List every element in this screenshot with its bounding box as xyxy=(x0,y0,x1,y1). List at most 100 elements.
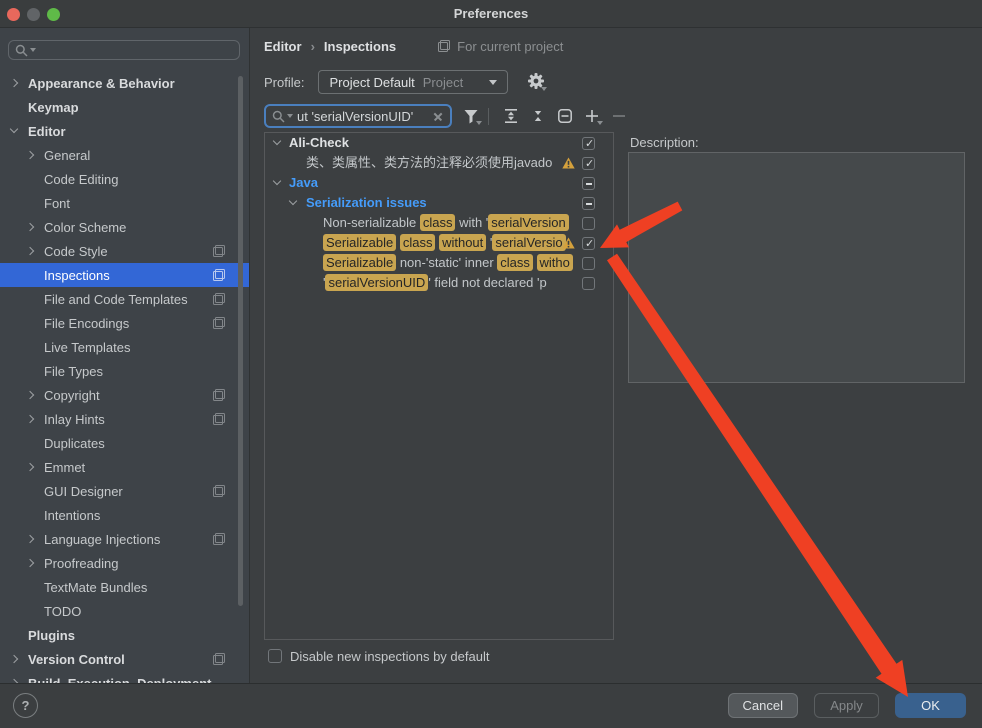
sidebar-item-label: Version Control xyxy=(28,652,125,667)
inspection-row[interactable]: Serializable class without 'serialVersio xyxy=(265,233,613,253)
sidebar-item-live-templates[interactable]: Live Templates xyxy=(0,335,249,359)
sidebar-item-plugins[interactable]: Plugins xyxy=(0,623,249,647)
sidebar-item-label: Intentions xyxy=(44,508,100,523)
sidebar-item-code-editing[interactable]: Code Editing xyxy=(0,167,249,191)
search-icon xyxy=(272,110,285,123)
inspection-checkbox-unchecked[interactable] xyxy=(582,257,595,270)
sidebar-item-gui-designer[interactable]: GUI Designer xyxy=(0,479,249,503)
filter-button[interactable] xyxy=(462,106,480,126)
chevron-right-icon[interactable] xyxy=(24,149,36,161)
profile-gear-button[interactable] xyxy=(525,72,547,92)
breadcrumb-separator: › xyxy=(311,39,315,54)
sidebar-item-code-style[interactable]: Code Style xyxy=(0,239,249,263)
chevron-placeholder xyxy=(24,485,36,497)
sidebar-search-box[interactable] xyxy=(8,40,240,60)
inspection-row[interactable]: Serialization issues xyxy=(265,193,613,213)
filter-caret-icon xyxy=(476,121,482,125)
disable-new-inspections-option[interactable]: Disable new inspections by default xyxy=(268,648,489,664)
sidebar-item-label: Live Templates xyxy=(44,340,130,355)
breadcrumb-editor[interactable]: Editor xyxy=(264,39,302,54)
chevron-down-icon[interactable] xyxy=(287,197,299,209)
inspection-checkbox-mixed[interactable] xyxy=(582,197,595,210)
profile-dropdown[interactable]: Project Default Project xyxy=(318,70,508,94)
search-icon xyxy=(15,44,28,57)
inspection-checkbox-mixed[interactable] xyxy=(582,177,595,190)
search-match-highlight: class xyxy=(497,254,533,271)
chevron-placeholder xyxy=(24,509,36,521)
chevron-down-icon[interactable] xyxy=(271,177,283,189)
disable-new-inspections-checkbox[interactable] xyxy=(268,649,282,663)
sidebar-item-label: TextMate Bundles xyxy=(44,580,147,595)
inspection-row[interactable]: 'serialVersionUID' field not declared 'p xyxy=(265,273,613,293)
add-inspection-button[interactable] xyxy=(583,106,601,126)
sidebar-item-label: Inspections xyxy=(44,268,110,283)
sidebar-item-color-scheme[interactable]: Color Scheme xyxy=(0,215,249,239)
sidebar-item-build-execution-deployment[interactable]: Build, Execution, Deployment xyxy=(0,671,249,683)
apply-button[interactable]: Apply xyxy=(814,693,879,718)
inspection-search-input[interactable] xyxy=(297,109,432,124)
sidebar-item-todo[interactable]: TODO xyxy=(0,599,249,623)
inspection-label: Ali-Check xyxy=(289,133,593,153)
sidebar-item-textmate-bundles[interactable]: TextMate Bundles xyxy=(0,575,249,599)
inspection-checkbox-checked[interactable] xyxy=(582,237,595,250)
collapse-all-icon xyxy=(530,108,546,124)
inspection-row[interactable]: Non-serializable class with 'serialVersi… xyxy=(265,213,613,233)
inspection-row[interactable]: Java xyxy=(265,173,613,193)
inspection-search-field[interactable] xyxy=(264,104,452,128)
clear-search-icon[interactable] xyxy=(432,110,444,122)
chevron-right-icon[interactable] xyxy=(24,461,36,473)
collapse-all-button[interactable] xyxy=(529,106,547,126)
chevron-right-icon[interactable] xyxy=(8,77,20,89)
inspection-row[interactable]: Serializable non-'static' inner class wi… xyxy=(265,253,613,273)
sidebar-item-keymap[interactable]: Keymap xyxy=(0,95,249,119)
sidebar-item-file-encodings[interactable]: File Encodings xyxy=(0,311,249,335)
chevron-right-icon[interactable] xyxy=(8,653,20,665)
sidebar-item-label: File Types xyxy=(44,364,103,379)
inspection-row[interactable]: 类、类属性、类方法的注释必须使用javado xyxy=(265,153,613,173)
chevron-right-icon[interactable] xyxy=(24,533,36,545)
chevron-down-icon[interactable] xyxy=(271,137,283,149)
sidebar-item-label: Inlay Hints xyxy=(44,412,105,427)
sidebar-item-label: General xyxy=(44,148,90,163)
sidebar-item-file-and-code-templates[interactable]: File and Code Templates xyxy=(0,287,249,311)
cancel-button[interactable]: Cancel xyxy=(728,693,798,718)
ok-button[interactable]: OK xyxy=(895,693,966,718)
chevron-right-icon[interactable] xyxy=(24,245,36,257)
chevron-down-icon[interactable] xyxy=(8,125,20,137)
sidebar-item-emmet[interactable]: Emmet xyxy=(0,455,249,479)
copy-icon xyxy=(213,653,225,665)
remove-inspection-button[interactable] xyxy=(610,106,628,126)
chevron-right-icon[interactable] xyxy=(24,389,36,401)
sidebar-item-intentions[interactable]: Intentions xyxy=(0,503,249,527)
search-match-highlight: serialVersion xyxy=(488,214,568,231)
sidebar-item-font[interactable]: Font xyxy=(0,191,249,215)
sidebar-item-inspections[interactable]: Inspections xyxy=(0,263,249,287)
sidebar-item-proofreading[interactable]: Proofreading xyxy=(0,551,249,575)
sidebar-scrollbar[interactable] xyxy=(238,76,243,606)
inspection-checkbox-checked[interactable] xyxy=(582,137,595,150)
inspection-checkbox-checked[interactable] xyxy=(582,157,595,170)
inspection-row[interactable]: Ali-Check xyxy=(265,133,613,153)
chevron-right-icon[interactable] xyxy=(24,221,36,233)
breadcrumb: Editor › Inspections For current project xyxy=(264,36,563,56)
sidebar-item-appearance-behavior[interactable]: Appearance & Behavior xyxy=(0,71,249,95)
sidebar-item-copyright[interactable]: Copyright xyxy=(0,383,249,407)
sidebar-search-input[interactable] xyxy=(36,43,233,58)
dialog-footer: ? Cancel Apply OK xyxy=(0,683,982,728)
sidebar-item-general[interactable]: General xyxy=(0,143,249,167)
search-match-highlight: without xyxy=(439,234,486,251)
inspection-checkbox-unchecked[interactable] xyxy=(582,217,595,230)
search-match-highlight: serialVersionUID xyxy=(325,274,428,291)
inspection-checkbox-unchecked[interactable] xyxy=(582,277,595,290)
sidebar-item-duplicates[interactable]: Duplicates xyxy=(0,431,249,455)
chevron-right-icon[interactable] xyxy=(24,413,36,425)
sidebar-item-inlay-hints[interactable]: Inlay Hints xyxy=(0,407,249,431)
sidebar-item-version-control[interactable]: Version Control xyxy=(0,647,249,671)
sidebar-item-editor[interactable]: Editor xyxy=(0,119,249,143)
help-button[interactable]: ? xyxy=(13,693,38,718)
sidebar-item-language-injections[interactable]: Language Injections xyxy=(0,527,249,551)
sidebar-item-file-types[interactable]: File Types xyxy=(0,359,249,383)
expand-all-button[interactable] xyxy=(502,106,520,126)
reset-inspection-button[interactable] xyxy=(556,106,574,126)
chevron-right-icon[interactable] xyxy=(24,557,36,569)
